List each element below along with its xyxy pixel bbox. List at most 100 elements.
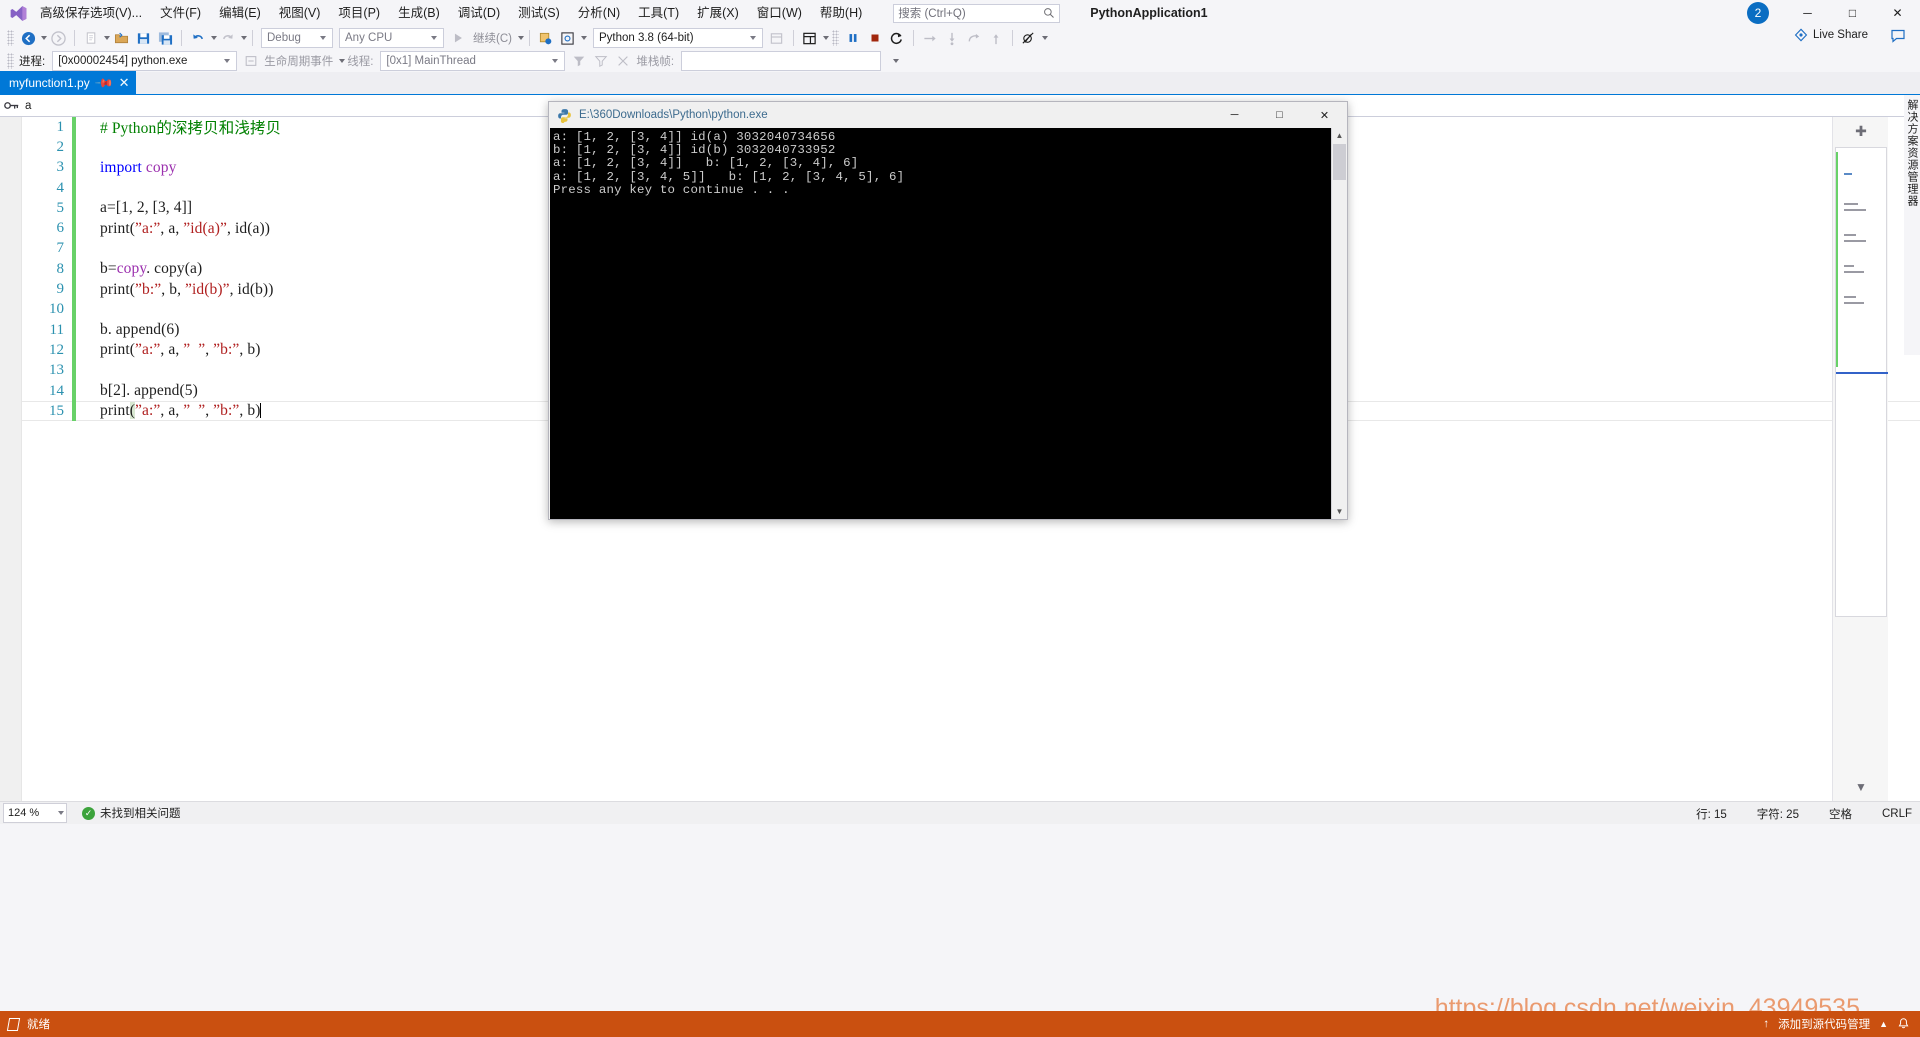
save-button[interactable] (132, 27, 154, 49)
thread-select[interactable]: [0x1] MainThread (380, 51, 566, 71)
code-text[interactable]: print(”a:”, a, ” ”, ”b:”, b) (76, 341, 260, 359)
pause-button[interactable] (842, 27, 864, 49)
stackframe-select[interactable] (681, 51, 882, 71)
attach-process-button[interactable] (535, 27, 557, 49)
line-indicator[interactable]: 行: 15 (1696, 806, 1727, 822)
toolbar-grip[interactable] (7, 30, 14, 46)
console-maximize-button[interactable]: □ (1257, 102, 1302, 128)
step-over-button[interactable] (919, 27, 941, 49)
navigate-forward-button[interactable] (47, 27, 69, 49)
menu-item-test[interactable]: 测试(S) (509, 2, 569, 24)
open-file-button[interactable] (110, 27, 132, 49)
code-text[interactable]: b. append(6) (76, 321, 180, 339)
right-tool-window-strip[interactable]: 解决方案资源管理器 (1904, 95, 1920, 355)
navbar-symbol[interactable]: a (25, 100, 31, 112)
menu-item-analyze[interactable]: 分析(N) (569, 2, 629, 24)
code-text[interactable]: import copy (76, 159, 176, 177)
show-windows-button[interactable] (766, 27, 788, 49)
undo-button[interactable] (187, 27, 209, 49)
stop-button[interactable] (864, 27, 886, 49)
menu-item-view[interactable]: 视图(V) (270, 2, 330, 24)
chevron-up-icon[interactable]: ▲ (1879, 1019, 1888, 1029)
window-maximize-button[interactable]: □ (1830, 0, 1875, 26)
restart-button[interactable] (886, 27, 908, 49)
menu-item-extensions[interactable]: 扩展(X) (688, 2, 748, 24)
continue-run-button[interactable] (447, 27, 469, 49)
python-interpreter-select[interactable]: Python 3.8 (64-bit) (592, 28, 763, 48)
navigate-backward-button[interactable] (17, 27, 39, 49)
toolbar-grip[interactable] (831, 30, 839, 46)
search-input[interactable]: 搜索 (Ctrl+Q) (893, 3, 1061, 23)
console-output-area[interactable]: a: [1, 2, [3, 4]] id(a) 3032040734656 b:… (550, 128, 1333, 519)
feedback-button[interactable] (1890, 28, 1906, 44)
indentation-indicator[interactable]: 空格 (1829, 806, 1852, 822)
step-into-button[interactable] (941, 27, 963, 49)
code-text[interactable]: b[2]. append(5) (76, 382, 198, 400)
console-scrollbar[interactable]: ▲ ▼ (1331, 128, 1346, 519)
editor-minimap[interactable] (1835, 147, 1888, 617)
window-layout-button[interactable] (799, 27, 821, 49)
close-icon[interactable]: ✕ (119, 75, 130, 91)
redo-dropdown-icon[interactable] (241, 36, 247, 40)
save-all-button[interactable] (154, 27, 176, 49)
python-console-window[interactable]: E:\360Downloads\Python\python.exe ─ □ ✕ … (548, 101, 1348, 520)
breakpoints-button[interactable] (1018, 27, 1040, 49)
menu-item-advanced-save[interactable]: 高级保存选项(V)... (31, 2, 151, 24)
breakpoints-dropdown-icon[interactable] (1041, 36, 1048, 40)
lifecycle-events-button[interactable] (240, 50, 262, 72)
editor-vertical-scrollbar[interactable]: ✚ ▼ (1832, 117, 1888, 801)
pin-icon[interactable]: 📌 (94, 72, 114, 92)
process-select[interactable]: [0x00002454] python.exe (52, 51, 238, 71)
console-title-bar[interactable]: E:\360Downloads\Python\python.exe ─ □ ✕ (549, 102, 1347, 128)
new-item-button[interactable] (80, 27, 102, 49)
filter-threads-button[interactable] (568, 50, 590, 72)
code-text[interactable]: print(”b:”, b, ”id(b)”, id(b)) (76, 281, 273, 299)
scroll-down-arrow-icon[interactable]: ▼ (1833, 773, 1889, 801)
menu-item-window[interactable]: 窗口(W) (748, 2, 811, 24)
console-scroll-up-icon[interactable]: ▲ (1332, 128, 1347, 143)
indicator-margin[interactable] (0, 117, 22, 801)
console-minimize-button[interactable]: ─ (1212, 102, 1257, 128)
step-out-button[interactable] (963, 27, 985, 49)
filter-options-button[interactable] (590, 50, 612, 72)
solution-configuration-select[interactable]: Debug (261, 28, 333, 48)
window-minimize-button[interactable]: ─ (1785, 0, 1830, 26)
code-text[interactable]: # Python的深拷贝和浅拷贝 (76, 117, 281, 138)
account-badge[interactable]: 2 (1747, 2, 1769, 24)
redo-button[interactable] (217, 27, 239, 49)
line-ending-indicator[interactable]: CRLF (1882, 808, 1912, 820)
screenshot-dropdown-icon[interactable] (580, 36, 587, 40)
window-close-button[interactable]: ✕ (1875, 0, 1920, 26)
menu-item-tools[interactable]: 工具(T) (629, 2, 688, 24)
toolbar-grip[interactable] (7, 53, 14, 69)
debugbar-overflow-icon[interactable] (893, 59, 900, 63)
menu-item-debug[interactable]: 调试(D) (449, 2, 509, 24)
screenshot-button[interactable] (557, 27, 579, 49)
code-text[interactable]: a=[1, 2, [3, 4]] (76, 199, 192, 217)
zoom-level-select[interactable]: 124 % (3, 803, 67, 823)
continue-dropdown-icon[interactable] (517, 36, 524, 40)
step-up-button[interactable] (985, 27, 1007, 49)
tab-myfunction1-py[interactable]: myfunction1.py 📌 ✕ (0, 71, 136, 94)
menu-item-build[interactable]: 生成(B) (389, 2, 449, 24)
lifecycle-dropdown-icon[interactable] (339, 59, 346, 63)
column-indicator[interactable]: 字符: 25 (1757, 806, 1799, 822)
menu-item-help[interactable]: 帮助(H) (811, 2, 871, 24)
code-text[interactable]: print(”a:”, a, ”id(a)”, id(a)) (76, 220, 270, 238)
menu-item-edit[interactable]: 编辑(E) (210, 2, 270, 24)
window-layout-dropdown-icon[interactable] (822, 36, 829, 40)
notifications-bell-icon[interactable] (1897, 1017, 1910, 1031)
source-control-up-icon[interactable]: ↑ (1763, 1018, 1769, 1030)
solution-platform-select[interactable]: Any CPU (339, 28, 444, 48)
code-text[interactable]: b=copy. copy(a) (76, 260, 202, 278)
scroll-up-arrow-icon[interactable]: ✚ (1833, 117, 1889, 145)
source-control-label[interactable]: 添加到源代码管理 (1778, 1016, 1870, 1032)
clear-filter-button[interactable] (612, 50, 634, 72)
code-text[interactable]: print(”a:”, a, ” ”, ”b:”, b) (76, 402, 262, 420)
menu-item-project[interactable]: 项目(P) (329, 2, 389, 24)
live-share-button[interactable]: Live Share (1794, 28, 1868, 42)
console-scroll-down-icon[interactable]: ▼ (1332, 504, 1347, 519)
console-close-button[interactable]: ✕ (1302, 102, 1347, 128)
menu-item-file[interactable]: 文件(F) (151, 2, 210, 24)
console-scrollbar-thumb[interactable] (1333, 144, 1346, 180)
